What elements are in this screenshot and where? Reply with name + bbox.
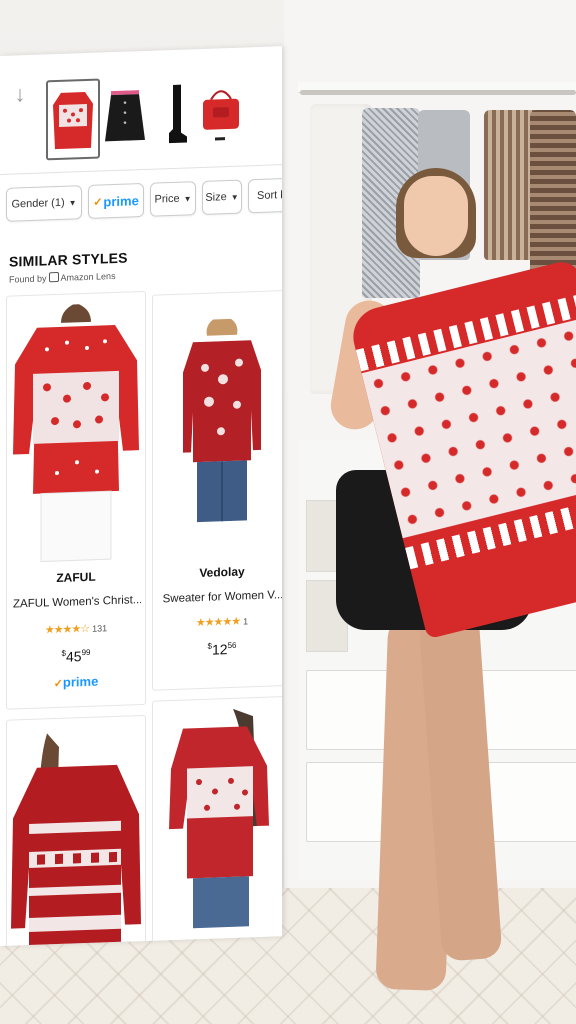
thumbnail-bag[interactable] <box>196 73 246 151</box>
product-rating[interactable]: ★★★★★ 1 <box>153 613 282 631</box>
product-image[interactable] <box>7 300 145 565</box>
product-image-sweater <box>11 733 141 946</box>
product-brand: Vedolay <box>199 564 245 581</box>
product-rating[interactable]: ★★★★☆ 131 <box>7 620 145 638</box>
sort-label: Sort by <box>257 189 282 203</box>
check-icon: ✓ <box>93 195 103 209</box>
lens-icon <box>48 271 59 283</box>
thumbnail-skirt[interactable] <box>100 77 150 155</box>
product-image-sweater <box>13 304 139 563</box>
product-card[interactable] <box>152 695 282 946</box>
filter-size-chip[interactable]: Size ▼ <box>202 179 242 215</box>
product-image-sweater <box>153 298 282 564</box>
filter-bar: Gender (1)▼ ✓prime Price▼ Size▼ Sort by <box>0 170 282 226</box>
filter-prime-chip[interactable]: ✓ prime <box>88 182 144 219</box>
filter-price-chip[interactable]: Price ▼ <box>150 181 196 217</box>
star-rating-icon: ★★★★★ <box>195 615 241 630</box>
star-rating-icon: ★★★★☆ <box>44 622 90 637</box>
product-price: $4599 <box>7 646 145 669</box>
filter-price-label: Price <box>154 192 180 206</box>
check-icon: ✓ <box>53 677 63 691</box>
product-card[interactable]: ZAFUL ZAFUL Women's Christ... ★★★★☆ 131 $… <box>6 290 146 710</box>
detected-items-strip: ↓ <box>0 46 282 175</box>
chevron-down-icon: ▼ <box>230 192 239 202</box>
review-count: 1 <box>243 616 249 627</box>
product-image[interactable] <box>7 724 145 946</box>
found-by-caption: Found by Amazon Lens <box>9 270 116 285</box>
product-image[interactable] <box>153 298 282 564</box>
filter-gender-label: Gender (1) <box>11 196 65 211</box>
product-image[interactable] <box>153 705 282 946</box>
visual-search-panel: ↓ Gender (1) ▼ ✓ prime Price ▼ Size ▼ So… <box>0 46 282 946</box>
boot-icon <box>169 84 187 144</box>
found-by-prefix: Found by <box>9 273 47 285</box>
arrow-down-icon[interactable]: ↓ <box>10 81 30 108</box>
person-face <box>404 176 468 256</box>
product-card[interactable] <box>6 714 146 946</box>
price-fraction: 99 <box>81 647 91 658</box>
prime-label: prime <box>103 192 139 209</box>
product-card[interactable]: Vedolay Sweater for Women V... ★★★★★ 1 $1… <box>152 289 282 691</box>
chevron-down-icon: ▼ <box>68 197 77 208</box>
thumbnail-boot[interactable] <box>150 75 200 153</box>
chevron-down-icon: ▼ <box>183 193 192 204</box>
prime-badge-label: prime <box>62 673 99 690</box>
review-count: 131 <box>92 623 108 634</box>
filter-gender-chip[interactable]: Gender (1) ▼ <box>6 185 82 222</box>
found-by-source: Amazon Lens <box>60 270 116 283</box>
skirt-icon <box>105 90 145 142</box>
product-image-sweater <box>169 708 269 929</box>
product-title[interactable]: Sweater for Women V... <box>159 589 282 605</box>
sort-chip[interactable]: Sort by <box>248 177 282 214</box>
sweater-icon <box>53 92 93 150</box>
bag-icon <box>203 90 239 141</box>
price-fraction: 56 <box>227 640 237 651</box>
thumbnail-sweater[interactable] <box>46 78 100 161</box>
section-title: SIMILAR STYLES <box>9 249 128 270</box>
product-price: $1256 <box>153 639 282 662</box>
price-whole: 45 <box>65 648 82 665</box>
price-whole: 12 <box>211 641 228 658</box>
product-brand: ZAFUL <box>56 569 96 586</box>
product-title[interactable]: ZAFUL Women's Christ... <box>13 594 141 610</box>
clothes-rail <box>300 90 576 95</box>
prime-badge: ✓prime <box>7 672 145 692</box>
filter-size-label: Size <box>205 191 227 204</box>
